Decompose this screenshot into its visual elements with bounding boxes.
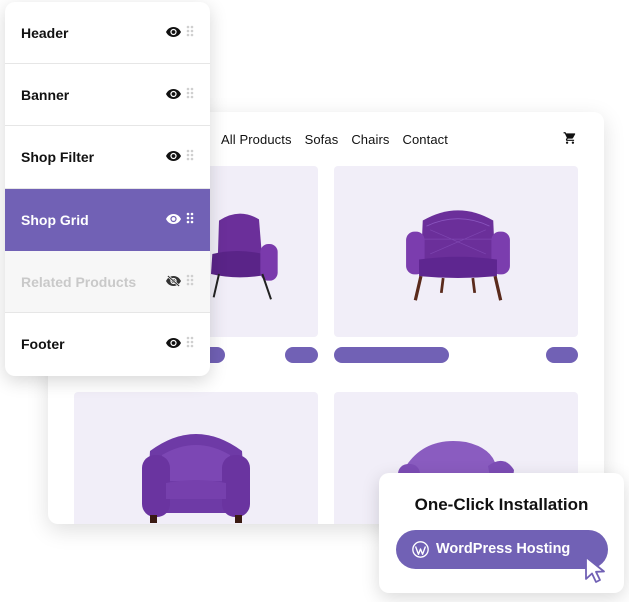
cart-icon[interactable] (563, 131, 577, 145)
drag-handle-icon[interactable] (186, 212, 194, 224)
drag-handle-icon[interactable] (186, 25, 194, 37)
sections-panel: Header Banner Shop Filter Shop Grid Rela… (5, 2, 210, 376)
wordpress-hosting-label: WordPress Hosting (436, 541, 571, 557)
nav-item-sofas[interactable]: Sofas (305, 132, 339, 147)
section-label: Footer (21, 336, 65, 352)
top-nav: All Products Sofas Chairs Contact (221, 132, 448, 147)
section-label: Header (21, 25, 69, 41)
eye-off-icon[interactable] (166, 275, 181, 287)
section-label: Banner (21, 87, 70, 103)
drag-handle-icon[interactable] (186, 87, 194, 99)
section-row-banner[interactable]: Banner (5, 64, 210, 126)
section-row-footer[interactable]: Footer (5, 313, 210, 375)
nav-item-chairs[interactable]: Chairs (351, 132, 389, 147)
wordpress-icon (412, 541, 429, 558)
product-tile-3[interactable] (74, 392, 318, 524)
section-row-header[interactable]: Header (5, 2, 210, 64)
section-label: Shop Grid (21, 212, 89, 228)
section-row-related-products[interactable]: Related Products (5, 251, 210, 313)
add-to-cart-pill[interactable] (546, 347, 578, 363)
nav-item-contact[interactable]: Contact (402, 132, 448, 147)
drag-handle-icon[interactable] (186, 274, 194, 286)
section-label: Shop Filter (21, 149, 95, 165)
eye-icon[interactable] (166, 337, 181, 349)
install-title: One-Click Installation (414, 495, 589, 514)
armchair-image (142, 434, 250, 523)
mouse-pointer-icon (585, 556, 605, 583)
drag-handle-icon[interactable] (186, 336, 194, 348)
section-row-shop-filter[interactable]: Shop Filter (5, 126, 210, 189)
armchair-image (211, 213, 278, 300)
product-tile-2[interactable] (334, 166, 578, 337)
armchair-image (406, 210, 510, 301)
eye-icon[interactable] (166, 150, 181, 162)
nav-item-all-products[interactable]: All Products (221, 132, 292, 147)
eye-icon[interactable] (166, 88, 181, 100)
eye-icon[interactable] (166, 213, 181, 225)
section-label: Related Products (21, 274, 137, 290)
wordpress-hosting-button[interactable]: WordPress Hosting (396, 530, 608, 569)
price-pill (334, 347, 449, 363)
section-row-shop-grid[interactable]: Shop Grid (5, 189, 210, 251)
drag-handle-icon[interactable] (186, 149, 194, 161)
add-to-cart-pill[interactable] (285, 347, 318, 363)
eye-icon[interactable] (166, 26, 181, 38)
